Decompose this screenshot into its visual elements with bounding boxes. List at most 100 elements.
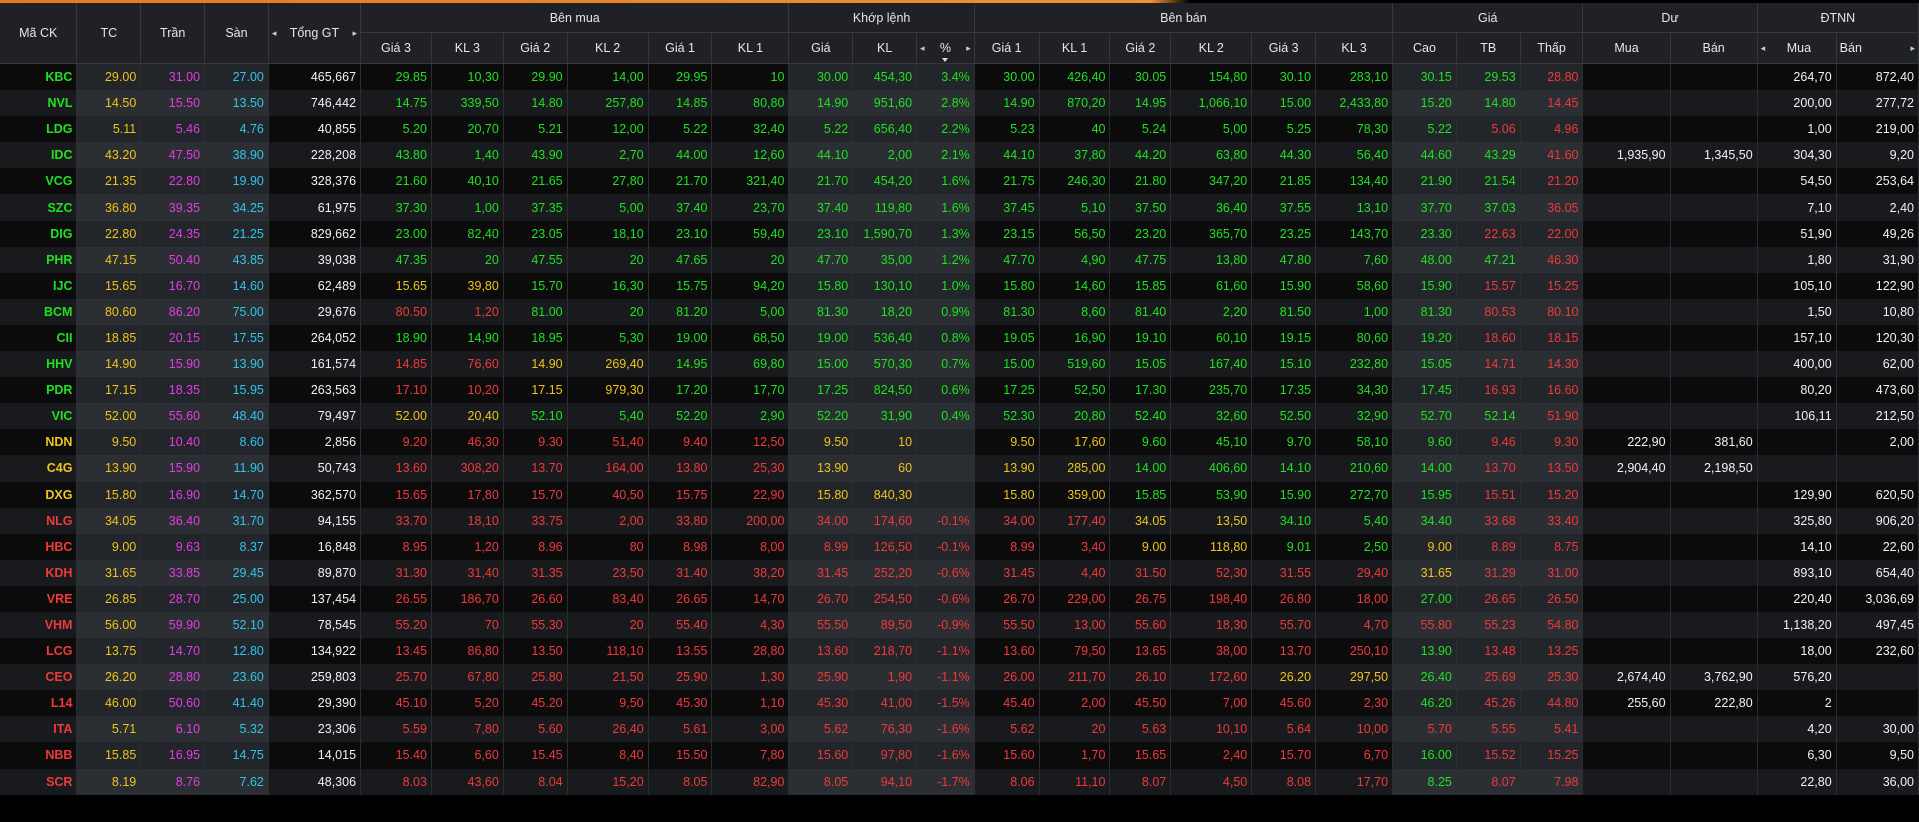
table-row[interactable]: ITA 5.71 6.10 5.32 23,306 5.59 7,80 5.60 26,40 5.…	[0, 716, 1919, 743]
foreign-right-arrow-icon[interactable]: ▸	[1910, 43, 1915, 54]
header-low[interactable]: Thấp	[1520, 32, 1584, 64]
table-row[interactable]: DXG 15.80 16.90 14.70 362,570 15.65 17,80 15.70…	[0, 481, 1919, 508]
symbol-cell[interactable]: NBB	[0, 742, 78, 769]
symbol-cell[interactable]: C4G	[0, 455, 78, 482]
table-row[interactable]: L14 46.00 50.60 41.40 29,390 45.10 5,20 45.20 9,…	[0, 690, 1919, 717]
header-match-pct[interactable]: ◂ % ▸	[916, 32, 975, 64]
pct-right-arrow-icon[interactable]: ▸	[966, 43, 971, 54]
symbol-cell[interactable]: IJC	[0, 272, 78, 299]
symbol-cell[interactable]: DXG	[0, 481, 78, 508]
header-remain-sell[interactable]: Bán	[1670, 32, 1758, 64]
symbol-cell[interactable]: L14	[0, 690, 78, 717]
table-row[interactable]: SZC 36.80 39.35 34.25 61,975 37.30 1,00 37.35 5,…	[0, 194, 1919, 221]
symbol-cell[interactable]: LCG	[0, 638, 78, 665]
header-ask-vol-2[interactable]: KL 2	[1170, 32, 1253, 64]
ask-price-2-cell: 5.63	[1109, 716, 1172, 743]
header-bid-price-1[interactable]: Giá 1	[648, 32, 713, 64]
symbol-cell[interactable]: VRE	[0, 585, 78, 612]
header-bid-price-2[interactable]: Giá 2	[503, 32, 568, 64]
bid-price-2-cell: 14.90	[503, 351, 568, 378]
table-row[interactable]: KDH 31.65 33.85 29.45 89,870 31.30 31,40 31.35 2…	[0, 559, 1919, 586]
symbol-cell[interactable]: PHR	[0, 246, 78, 273]
header-bid-vol-1[interactable]: KL 1	[711, 32, 790, 64]
table-row[interactable]: CEO 26.20 28.80 23.60 259,803 25.70 67,80 25.80…	[0, 664, 1919, 691]
header-ask-price-3[interactable]: Giá 3	[1251, 32, 1317, 64]
header-ref[interactable]: TC	[76, 3, 142, 64]
bid-vol-3-cell: 1,20	[431, 298, 504, 325]
header-match-price[interactable]: Giá	[788, 32, 854, 64]
table-row[interactable]: HBC 9.00 9.63 8.37 16,848 8.95 1,20 8.96 80 8.98 8…	[0, 533, 1919, 560]
table-row[interactable]: KBC 29.00 31.00 27.00 465,667 29.85 10,30 29.90…	[0, 63, 1919, 91]
symbol-cell[interactable]: NVL	[0, 90, 78, 117]
bid-vol-3-cell: 14,90	[431, 324, 504, 352]
header-symbol[interactable]: Mã CK	[0, 3, 78, 64]
scroll-right-arrow-icon[interactable]: ▸	[353, 28, 358, 39]
symbol-cell[interactable]: BCM	[0, 298, 78, 325]
table-row[interactable]: CII 18.85 20.15 17.55 264,052 18.90 14,90 18.95…	[0, 324, 1919, 352]
floor-price-cell: 31.70	[204, 507, 269, 534]
ref-price-cell: 17.15	[76, 377, 142, 404]
symbol-cell[interactable]: VCG	[0, 168, 78, 195]
ask-price-1-cell: 9.50	[974, 429, 1040, 456]
symbol-cell[interactable]: IDC	[0, 142, 78, 169]
table-row[interactable]: HHV 14.90 15.90 13.90 161,574 14.85 76,60 14.90…	[0, 351, 1919, 378]
table-row[interactable]: IDC 43.20 47.50 38.90 228,208 43.80 1,40 43.90 2…	[0, 142, 1919, 169]
symbol-cell[interactable]: ITA	[0, 716, 78, 743]
table-row[interactable]: LCG 13.75 14.70 12.80 134,922 13.45 86,80 13.50…	[0, 638, 1919, 665]
ask-vol-2-cell: 1,066,10	[1170, 90, 1253, 117]
header-ask-price-1[interactable]: Giá 1	[974, 32, 1040, 64]
header-remain-buy[interactable]: Mua	[1582, 32, 1671, 64]
table-row[interactable]: VCG 21.35 22.80 19.90 328,376 21.60 40,10 21.65…	[0, 168, 1919, 195]
symbol-cell[interactable]: KBC	[0, 63, 78, 91]
symbol-cell[interactable]: HBC	[0, 533, 78, 560]
header-bid-vol-3[interactable]: KL 3	[431, 32, 504, 64]
header-foreign-sell[interactable]: Bán ▸	[1836, 32, 1919, 64]
table-row[interactable]: SCR 8.19 8.76 7.62 48,306 8.03 43,60 8.04 15,20 8…	[0, 768, 1919, 795]
pct-left-arrow-icon[interactable]: ◂	[920, 43, 925, 54]
header-bid-price-3[interactable]: Giá 3	[360, 32, 432, 64]
symbol-cell[interactable]: NLG	[0, 507, 78, 534]
match-vol-cell: 10	[852, 429, 918, 456]
header-ask-price-2[interactable]: Giá 2	[1109, 32, 1172, 64]
table-row[interactable]: BCM 80.60 86.20 75.00 29,676 80.50 1,20 81.00 20…	[0, 298, 1919, 325]
table-row[interactable]: VHM 56.00 59.90 52.10 78,545 55.20 70 55.30 20 55…	[0, 611, 1919, 639]
header-foreign-buy[interactable]: ◂ Mua	[1757, 32, 1837, 64]
symbol-cell[interactable]: PDR	[0, 377, 78, 404]
table-row[interactable]: PHR 47.15 50.40 43.85 39,038 47.35 20 47.55 20 47…	[0, 246, 1919, 273]
header-bid-vol-2[interactable]: KL 2	[567, 32, 649, 64]
remain-buy-cell	[1582, 116, 1671, 143]
table-row[interactable]: PDR 17.15 18.35 15.95 263,563 17.10 10,20 17.15…	[0, 377, 1919, 404]
table-row[interactable]: VIC 52.00 55.60 48.40 79,497 52.00 20,40 52.10 5…	[0, 403, 1919, 430]
header-total-volume[interactable]: ◂ Tổng GT ▸	[268, 3, 362, 64]
symbol-cell[interactable]: LDG	[0, 116, 78, 143]
symbol-cell[interactable]: KDH	[0, 559, 78, 586]
scroll-left-arrow-icon[interactable]: ◂	[272, 28, 277, 39]
header-ask-vol-3[interactable]: KL 3	[1315, 32, 1394, 64]
table-row[interactable]: NLG 34.05 36.40 31.70 94,155 33.70 18,10 33.75 2…	[0, 507, 1919, 534]
table-row[interactable]: NDN 9.50 10.40 8.60 2,856 9.20 46,30 9.30 51,40 9…	[0, 429, 1919, 456]
symbol-cell[interactable]: VIC	[0, 403, 78, 430]
foreign-left-arrow-icon[interactable]: ◂	[1761, 43, 1766, 54]
symbol-cell[interactable]: HHV	[0, 351, 78, 378]
header-avg[interactable]: TB	[1456, 32, 1521, 64]
high-cell: 16.00	[1392, 742, 1457, 769]
table-row[interactable]: VRE 26.85 28.70 25.00 137,454 26.55 186,70 26.6…	[0, 585, 1919, 612]
header-ask-vol-1[interactable]: KL 1	[1039, 32, 1111, 64]
symbol-cell[interactable]: CEO	[0, 664, 78, 691]
table-row[interactable]: NBB 15.85 16.95 14.75 14,015 15.40 6,60 15.45 8,…	[0, 742, 1919, 769]
table-row[interactable]: NVL 14.50 15.50 13.50 746,442 14.75 339,50 14.8…	[0, 90, 1919, 117]
table-row[interactable]: C4G 13.90 15.90 11.90 50,743 13.60 308,20 13.70…	[0, 455, 1919, 482]
symbol-cell[interactable]: VHM	[0, 611, 78, 639]
header-floor[interactable]: Sàn	[204, 3, 269, 64]
header-high[interactable]: Cao	[1392, 32, 1457, 64]
symbol-cell[interactable]: NDN	[0, 429, 78, 456]
symbol-cell[interactable]: DIG	[0, 220, 78, 247]
header-match-vol[interactable]: KL	[852, 32, 918, 64]
table-row[interactable]: DIG 22.80 24.35 21.25 829,662 23.00 82,40 23.05…	[0, 220, 1919, 247]
symbol-cell[interactable]: SZC	[0, 194, 78, 221]
table-row[interactable]: LDG 5.11 5.46 4.76 40,855 5.20 20,70 5.21 12,00 5…	[0, 116, 1919, 143]
symbol-cell[interactable]: SCR	[0, 768, 78, 795]
header-ceil[interactable]: Trần	[140, 3, 206, 64]
symbol-cell[interactable]: CII	[0, 324, 78, 352]
table-row[interactable]: IJC 15.65 16.70 14.60 62,489 15.65 39,80 15.70 1…	[0, 272, 1919, 299]
